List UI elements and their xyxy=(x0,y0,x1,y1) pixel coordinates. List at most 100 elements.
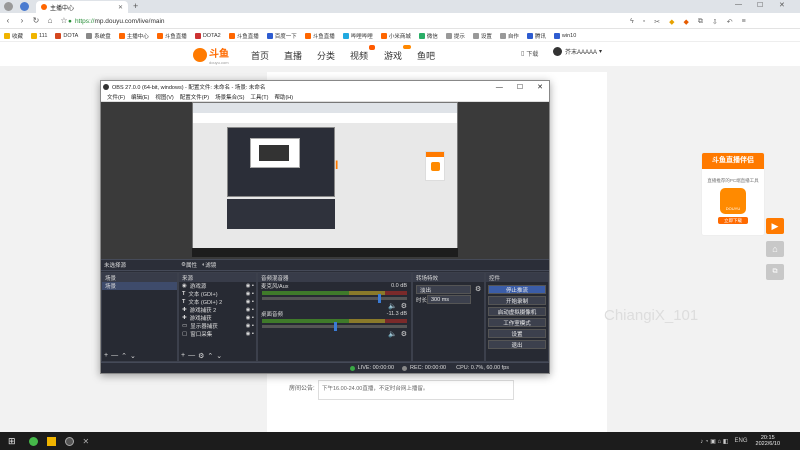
start-icon[interactable]: ⊞ xyxy=(8,436,16,447)
gear-icon[interactable]: ⚙ xyxy=(401,302,407,310)
obs-minimize-button[interactable]: — xyxy=(496,84,503,91)
site-logo[interactable]: 斗鱼 douyu.com xyxy=(193,45,229,65)
bookmark-item[interactable]: 主播中心 xyxy=(118,32,149,40)
address-bar[interactable]: ● https:// mp.douyu.com/live/main xyxy=(68,15,628,27)
bookmark-item[interactable]: 系统盘 xyxy=(86,32,111,40)
slider-handle[interactable] xyxy=(378,294,381,303)
close-tab-icon[interactable]: ✕ xyxy=(118,4,123,11)
volume-slider[interactable] xyxy=(262,322,407,331)
source-item[interactable]: ▢ 窗口采集 ◉ ▪ xyxy=(179,330,256,338)
maximize-button[interactable]: ☐ xyxy=(757,1,763,9)
obs-taskbar-icon[interactable] xyxy=(64,436,74,446)
start-recording-button[interactable]: 开始录制 xyxy=(488,296,546,305)
user-menu[interactable]: 芥末AAAAA ▾ xyxy=(553,47,602,56)
extension-icon[interactable]: ▫ xyxy=(643,18,645,25)
nav-live[interactable]: 直播 xyxy=(284,49,302,62)
eye-lock-icon[interactable]: ◉ ▪ xyxy=(246,307,254,313)
exit-button[interactable]: 退出 xyxy=(488,340,546,349)
forward-icon[interactable]: › xyxy=(16,16,28,25)
folder-icon[interactable] xyxy=(46,436,56,446)
app-360-icon[interactable] xyxy=(28,436,38,446)
browser-logo-icon[interactable] xyxy=(20,2,29,11)
ad-panel[interactable]: 斗鱼直播伴侣 直播推荐的PC端直播工具 DOUYU 立即下载 xyxy=(701,152,765,236)
scene-item[interactable]: 场景 xyxy=(102,282,177,290)
profile-avatar[interactable] xyxy=(4,2,13,11)
transition-select[interactable]: 淡出 xyxy=(416,285,471,294)
menu-scene-collection[interactable]: 场景集合(S) xyxy=(215,93,244,101)
home-side-icon[interactable]: ⌂ xyxy=(766,241,784,257)
eye-lock-icon[interactable]: ◉ ▪ xyxy=(246,331,254,337)
back-icon[interactable]: ‹ xyxy=(2,16,14,25)
minimize-button[interactable]: — xyxy=(735,1,742,8)
bookmark-item[interactable]: 斗鱼直播 xyxy=(228,32,259,40)
ad-download-button[interactable]: 立即下载 xyxy=(718,217,748,224)
menu-icon[interactable]: ≡ xyxy=(742,18,746,25)
eye-lock-icon[interactable]: ◉ ▪ xyxy=(246,323,254,329)
up-icon[interactable]: ⌃ xyxy=(121,352,127,360)
duration-input[interactable]: 300 ms xyxy=(427,295,471,304)
tool-taskbar-icon[interactable]: ✕ xyxy=(83,437,90,446)
new-tab-button[interactable]: + xyxy=(133,1,138,11)
scan-icon[interactable]: ⧉ xyxy=(766,264,784,280)
eye-lock-icon[interactable]: ◉ ▪ xyxy=(246,291,254,297)
reload-icon[interactable]: ↻ xyxy=(30,16,42,25)
source-item[interactable]: ◉ 游戏源 ◉ ▪ xyxy=(179,282,256,290)
speaker-icon[interactable]: 🔈 xyxy=(388,330,397,338)
home-icon[interactable]: ⌂ xyxy=(44,16,56,25)
language-indicator[interactable]: ENG xyxy=(735,438,748,444)
bookmark-item[interactable]: win10 xyxy=(553,32,576,39)
bookmark-item[interactable]: 自作 xyxy=(499,32,519,40)
menu-file[interactable]: 文件(F) xyxy=(107,93,125,101)
download-icon[interactable]: ⇩ xyxy=(712,18,718,26)
obs-close-button[interactable]: ✕ xyxy=(537,83,543,91)
gear-icon[interactable]: ⚙ xyxy=(401,330,407,338)
studio-mode-button[interactable]: 工作室模式 xyxy=(488,318,546,327)
nav-yuba[interactable]: 鱼吧 xyxy=(417,49,435,62)
nav-home[interactable]: 首页 xyxy=(251,49,269,62)
down-icon[interactable]: ⌄ xyxy=(216,352,222,360)
menu-view[interactable]: 视图(V) xyxy=(155,93,173,101)
bookmark-item[interactable]: DOTA xyxy=(55,32,78,39)
close-window-button[interactable]: ✕ xyxy=(779,1,785,9)
obs-preview[interactable]: I xyxy=(101,102,549,259)
flash-icon[interactable]: ϟ xyxy=(630,18,634,25)
fox-icon[interactable]: ◆ xyxy=(683,18,688,26)
stop-streaming-button[interactable]: 停止推流 xyxy=(488,285,546,294)
bookmark-item[interactable]: 小米商城 xyxy=(380,32,411,40)
puzzle-icon[interactable]: ⧉ xyxy=(698,18,703,26)
obs-maximize-button[interactable]: ☐ xyxy=(517,83,523,91)
slider-handle[interactable] xyxy=(334,322,337,331)
bookmark-item[interactable]: 斗鱼直播 xyxy=(156,32,187,40)
add-icon[interactable]: + xyxy=(181,352,185,360)
menu-edit[interactable]: 编辑(E) xyxy=(131,93,149,101)
tools-icon[interactable]: ✂ xyxy=(654,18,660,26)
gear-icon[interactable]: ⚙ xyxy=(198,352,204,360)
gear-icon[interactable]: ⚙ xyxy=(475,285,481,293)
bookmark-item[interactable]: 哔哩哔哩 xyxy=(342,32,373,40)
eye-lock-icon[interactable]: ◉ ▪ xyxy=(246,283,254,289)
menu-profile[interactable]: 配置文件(P) xyxy=(180,93,209,101)
bookmark-item[interactable]: 111 xyxy=(31,32,47,39)
up-icon[interactable]: ⌃ xyxy=(207,352,213,360)
nav-category[interactable]: 分类 xyxy=(317,49,335,62)
bookmark-item[interactable]: DOTA2 xyxy=(194,32,221,39)
filters-button[interactable]: ◐ 滤镜 xyxy=(202,261,216,269)
menu-tools[interactable]: 工具(T) xyxy=(250,93,268,101)
bookmark-item[interactable]: 提示 xyxy=(445,32,465,40)
eye-lock-icon[interactable]: ◉ ▪ xyxy=(246,299,254,305)
clock[interactable]: 20:15 2022/6/10 xyxy=(756,435,780,447)
play-icon[interactable]: ▶ xyxy=(766,218,784,234)
bookmark-item[interactable]: 腾讯 xyxy=(526,32,546,40)
down-icon[interactable]: ⌄ xyxy=(130,352,136,360)
add-icon[interactable]: + xyxy=(104,352,108,360)
speaker-icon[interactable]: 🔈 xyxy=(388,302,397,310)
bookmark-item[interactable]: 设置 xyxy=(472,32,492,40)
notice-textbox[interactable]: 下午16.00-24.00直播，不定时台网上播留。 xyxy=(318,380,514,400)
download-link[interactable]: ▯ 下载 xyxy=(521,49,538,58)
source-item[interactable]: ✚ 游戏捕获 2 ◉ ▪ xyxy=(179,306,256,314)
settings-button[interactable]: 设置 xyxy=(488,329,546,338)
bookmark-item[interactable]: 百度一下 xyxy=(266,32,297,40)
virtual-camera-button[interactable]: 启动虚拟摄像机 xyxy=(488,307,546,316)
eye-lock-icon[interactable]: ◉ ▪ xyxy=(246,315,254,321)
remove-icon[interactable]: — xyxy=(188,352,195,360)
